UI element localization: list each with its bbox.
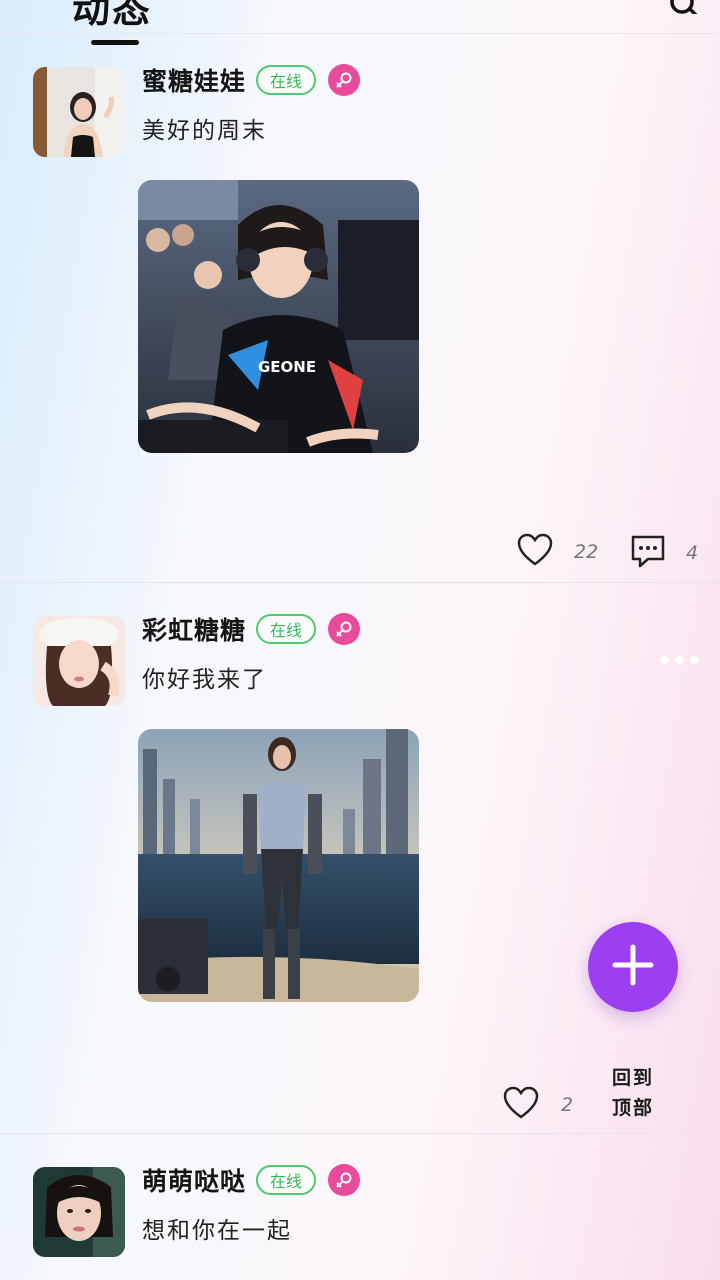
create-post-button[interactable] xyxy=(588,922,678,1012)
female-icon xyxy=(328,64,361,96)
username[interactable]: 彩虹糖糖 xyxy=(142,611,246,647)
like-button[interactable]: 2 xyxy=(503,1086,573,1124)
back-to-top-button[interactable]: 回到 顶部 xyxy=(612,1063,672,1123)
online-status-badge: 在线 xyxy=(256,614,317,644)
female-icon xyxy=(328,1164,361,1196)
user-row: 彩虹糖糖 在线 xyxy=(142,611,361,647)
heart-icon xyxy=(503,1086,539,1124)
avatar[interactable] xyxy=(33,616,125,706)
online-status-badge: 在线 xyxy=(256,1165,317,1195)
post-image[interactable] xyxy=(138,729,419,1002)
post-image[interactable]: GEONE xyxy=(138,180,419,453)
like-count: 22 xyxy=(574,541,599,563)
plus-icon xyxy=(611,943,655,991)
post-text: 美好的周末 xyxy=(142,118,267,144)
comment-count: 4 xyxy=(686,542,699,564)
user-row: 蜜糖娃娃 在线 xyxy=(142,62,361,98)
like-button[interactable]: 22 xyxy=(517,533,598,571)
username[interactable]: 蜜糖娃娃 xyxy=(142,62,246,98)
female-icon xyxy=(328,613,361,645)
feed-post[interactable]: 彩虹糖糖 在线 你好我来了 2 xyxy=(0,583,720,1133)
heart-icon xyxy=(517,533,553,571)
feed-post[interactable]: 萌萌哒哒 在线 想和你在一起 xyxy=(0,1134,720,1280)
back-to-top-line2: 顶部 xyxy=(612,1097,655,1119)
more-dots xyxy=(660,656,699,665)
online-status-badge: 在线 xyxy=(256,65,317,95)
avatar[interactable] xyxy=(33,67,125,157)
user-row: 萌萌哒哒 在线 xyxy=(142,1162,361,1198)
like-count: 2 xyxy=(561,1094,574,1116)
post-text: 想和你在一起 xyxy=(142,1218,292,1244)
back-to-top-line1: 回到 xyxy=(612,1067,655,1089)
svg-text:GEONE: GEONE xyxy=(258,358,316,376)
post-text: 你好我来了 xyxy=(142,667,267,693)
username[interactable]: 萌萌哒哒 xyxy=(142,1162,246,1198)
comment-icon xyxy=(630,533,666,573)
comment-button[interactable]: 4 xyxy=(630,533,698,573)
avatar[interactable] xyxy=(33,1167,125,1257)
feed-post[interactable]: 蜜糖娃娃 在线 美好的周末 GEONE 22 4 xyxy=(0,0,720,582)
